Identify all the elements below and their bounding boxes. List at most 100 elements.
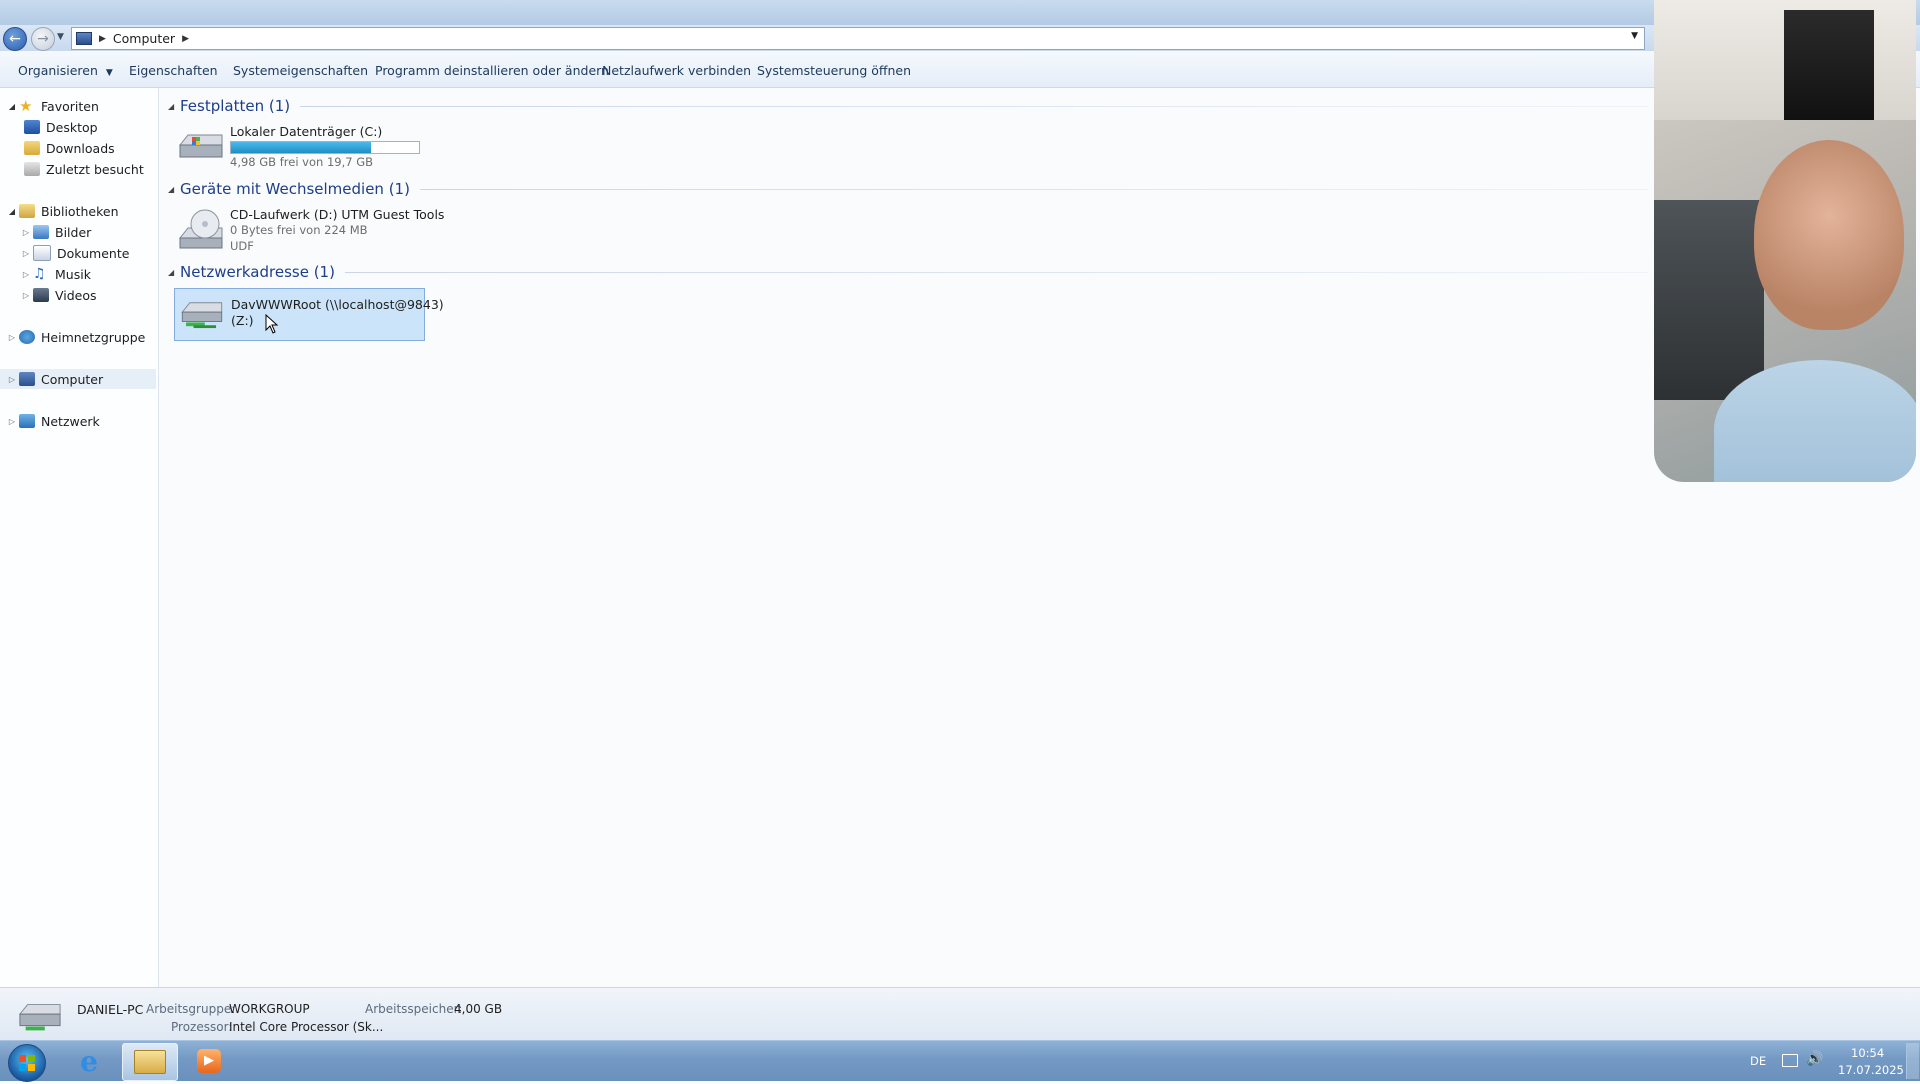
window-title-strip — [0, 0, 1920, 25]
memory-label: Arbeitsspeicher: — [365, 1002, 463, 1016]
group-header-network[interactable]: ◢ Netzwerkadresse (1) — [168, 262, 1648, 282]
downloads-folder-icon — [24, 141, 40, 155]
map-network-drive-button[interactable]: Netzlaufwerk verbinden — [602, 51, 751, 87]
music-note-icon: ♫ — [33, 266, 46, 282]
nav-item-documents[interactable]: ▷ Dokumente — [14, 243, 129, 263]
drive-name-line1: DavWWWRoot (\\localhost@9843) — [231, 297, 444, 312]
breadcrumb-chevron-icon[interactable]: ▶ — [182, 34, 189, 44]
hard-drive-icon — [178, 134, 223, 158]
nav-libraries[interactable]: ◢ Bibliotheken — [0, 201, 119, 221]
nav-favorites[interactable]: ◢ ★ Favoriten — [0, 96, 99, 116]
back-button[interactable]: ← — [3, 27, 27, 51]
taskbar-internet-explorer[interactable]: e — [62, 1043, 116, 1079]
breadcrumb-computer[interactable]: Computer — [113, 31, 175, 46]
group-divider — [419, 188, 1648, 190]
address-history-dropdown[interactable]: ▼ — [1631, 31, 1638, 41]
expand-triangle-icon[interactable]: ▷ — [21, 228, 31, 237]
processor-label: Prozessor: — [171, 1020, 233, 1034]
taskbar-media-player[interactable]: ▶ — [182, 1043, 236, 1079]
volume-tray-icon[interactable]: 🔊 — [1806, 1051, 1823, 1067]
nav-favorites-label: Favoriten — [41, 98, 99, 114]
start-button[interactable] — [8, 1044, 46, 1082]
workgroup-value: WORKGROUP — [229, 1002, 310, 1016]
collapse-triangle-icon[interactable]: ◢ — [7, 207, 17, 216]
group-header-removable[interactable]: ◢ Geräte mit Wechselmedien (1) — [168, 179, 1648, 199]
network-tray-icon[interactable] — [1782, 1054, 1798, 1067]
documents-icon — [33, 245, 51, 261]
expand-triangle-icon[interactable]: ▷ — [7, 417, 17, 426]
command-bar: Organisieren ▼ Eigenschaften Systemeigen… — [0, 51, 1920, 88]
forward-button[interactable]: → — [31, 27, 55, 51]
system-properties-button[interactable]: Systemeigenschaften — [233, 51, 368, 87]
network-drive-icon — [181, 302, 223, 329]
nav-item-pictures[interactable]: ▷ Bilder — [14, 222, 91, 242]
drive-name-line2: (Z:) — [231, 313, 254, 328]
nav-item-videos[interactable]: ▷ Videos — [14, 285, 97, 305]
internet-explorer-icon: e — [80, 1044, 98, 1078]
nav-network[interactable]: ▷ Netzwerk — [0, 411, 100, 431]
nav-computer[interactable]: ▷ Computer — [0, 369, 156, 389]
network-icon — [19, 414, 35, 428]
expand-triangle-icon[interactable]: ▷ — [21, 291, 31, 300]
show-desktop-button[interactable] — [1906, 1043, 1919, 1079]
nav-item-label: Videos — [55, 287, 97, 303]
expand-triangle-icon[interactable]: ▷ — [21, 249, 31, 258]
libraries-icon — [19, 204, 35, 218]
address-bar[interactable]: ▶ Computer ▶ ▼ — [71, 27, 1645, 50]
computer-icon — [19, 372, 35, 386]
details-pane: DANIEL-PC Arbeitsgruppe: WORKGROUP Arbei… — [0, 987, 1920, 1041]
mouse-cursor-icon — [265, 314, 279, 334]
videos-icon — [33, 288, 49, 302]
recent-pages-dropdown[interactable]: ▼ — [57, 32, 64, 42]
nav-computer-label: Computer — [41, 371, 104, 387]
organize-dropdown-icon: ▼ — [105, 68, 113, 78]
collapse-triangle-icon[interactable]: ◢ — [168, 185, 180, 194]
processor-value: Intel Core Processor (Sk... — [229, 1020, 384, 1034]
nav-item-recent[interactable]: Zuletzt besucht — [22, 159, 144, 179]
nav-item-label: Zuletzt besucht — [46, 161, 144, 177]
pictures-icon — [33, 225, 49, 239]
expand-triangle-icon[interactable]: ▷ — [21, 270, 31, 279]
nav-item-desktop[interactable]: Desktop — [22, 117, 98, 137]
open-control-panel-button[interactable]: Systemsteuerung öffnen — [757, 51, 911, 87]
drive-name: CD-Laufwerk (D:) UTM Guest Tools — [230, 207, 445, 222]
nav-network-label: Netzwerk — [41, 413, 100, 429]
collapse-triangle-icon[interactable]: ◢ — [168, 268, 180, 277]
workgroup-label: Arbeitsgruppe: — [146, 1002, 236, 1016]
group-title: Festplatten (1) — [180, 97, 291, 115]
address-row: ← → ▼ ▶ Computer ▶ ▼ — [0, 25, 1920, 51]
clock-time[interactable]: 10:54 — [1851, 1046, 1884, 1060]
expand-triangle-icon[interactable]: ▷ — [7, 375, 17, 384]
memory-value: 4,00 GB — [454, 1002, 503, 1016]
organize-menu-button[interactable]: Organisieren ▼ — [18, 51, 113, 87]
drive-free-space: 4,98 GB frei von 19,7 GB — [230, 155, 374, 169]
network-drive-z[interactable]: DavWWWRoot (\\localhost@9843) (Z:) — [174, 288, 444, 341]
nav-item-downloads[interactable]: Downloads — [22, 138, 115, 158]
nav-homegroup[interactable]: ▷ Heimnetzgruppe — [0, 327, 145, 347]
group-divider — [344, 271, 1648, 273]
drive-capacity-fill — [231, 142, 372, 153]
language-indicator[interactable]: DE — [1750, 1054, 1766, 1068]
nav-item-label: Downloads — [46, 140, 115, 156]
organize-label: Organisieren — [18, 63, 98, 78]
taskbar: e ▶ DE 🔊 10:54 17.07.2025 — [0, 1040, 1920, 1082]
webcam-shelf-object — [1784, 10, 1874, 120]
nav-item-label: Desktop — [46, 119, 98, 135]
folder-icon — [134, 1050, 166, 1074]
taskbar-windows-explorer[interactable] — [122, 1043, 178, 1081]
clock-date[interactable]: 17.07.2025 — [1838, 1063, 1904, 1077]
drive-capacity-bar — [230, 141, 420, 154]
group-header-hard-disks[interactable]: ◢ Festplatten (1) — [168, 96, 1648, 116]
collapse-triangle-icon[interactable]: ◢ — [7, 102, 17, 111]
forward-arrow-icon: → — [37, 31, 49, 47]
nav-item-music[interactable]: ▷ ♫ Musik — [14, 264, 91, 284]
nav-item-label: Bilder — [55, 224, 92, 240]
nav-item-label: Dokumente — [57, 245, 130, 261]
collapse-triangle-icon[interactable]: ◢ — [168, 102, 180, 111]
breadcrumb-chevron-icon[interactable]: ▶ — [99, 34, 106, 44]
expand-triangle-icon[interactable]: ▷ — [7, 333, 17, 342]
drive-filesystem: UDF — [230, 239, 254, 253]
uninstall-program-button[interactable]: Programm deinstallieren oder ändern — [375, 51, 609, 87]
drive-d[interactable]: CD-Laufwerk (D:) UTM Guest Tools 0 Bytes… — [174, 204, 444, 256]
properties-button[interactable]: Eigenschaften — [129, 51, 218, 87]
